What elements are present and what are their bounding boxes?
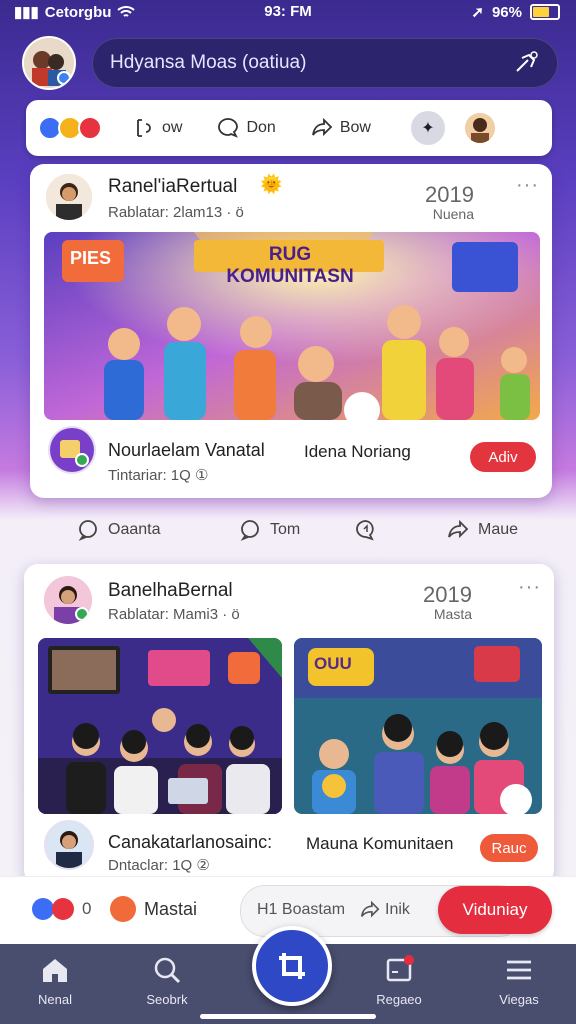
profile-avatar[interactable] bbox=[22, 36, 76, 90]
search-icon[interactable] bbox=[512, 49, 540, 77]
post1-banner-text: RUG KOMUNITASN bbox=[226, 244, 354, 287]
post-card-1: Ranel'iaRertual 🌞 Rablatar: 2lam13 · ö 2… bbox=[30, 164, 552, 498]
post2-image-2[interactable]: OUU bbox=[294, 638, 542, 814]
share-inline[interactable]: Inik bbox=[359, 899, 410, 921]
post2-action-button[interactable]: Rauc bbox=[480, 834, 538, 862]
search-text: Hdyansa Moas (oatiua) bbox=[110, 52, 307, 73]
create-fab-button[interactable] bbox=[252, 926, 332, 1006]
post1-footer-meta: Tintariar: 1Q ① bbox=[108, 467, 209, 484]
comment-action[interactable]: Oaanta bbox=[76, 518, 160, 542]
nav-home[interactable]: Nenal bbox=[10, 954, 100, 1007]
nav-search[interactable]: Seobrk bbox=[122, 954, 212, 1007]
primary-cta-button[interactable]: Viduniay bbox=[438, 886, 552, 934]
share-icon bbox=[360, 900, 380, 918]
share-icon bbox=[448, 519, 469, 539]
search-icon bbox=[154, 957, 181, 984]
post1-action-button[interactable]: Adiv bbox=[470, 442, 536, 472]
post1-author-avatar[interactable] bbox=[44, 172, 94, 222]
comment-icon bbox=[218, 118, 239, 138]
share-action[interactable]: Maue bbox=[446, 518, 518, 542]
share-bubble-icon bbox=[356, 520, 374, 541]
post2-footer-avatar[interactable] bbox=[44, 820, 94, 870]
post2-footer-right: Mauna Komunitaen bbox=[306, 834, 454, 853]
post2-image-1[interactable] bbox=[38, 638, 282, 814]
inbox-icon bbox=[386, 955, 414, 982]
tom-action[interactable]: Tom bbox=[238, 518, 300, 542]
post2-image-text: OUU bbox=[314, 654, 352, 673]
crop-icon bbox=[279, 953, 305, 979]
post1-footer-avatar[interactable] bbox=[48, 426, 96, 474]
post1-bubble-text: PIES bbox=[70, 248, 112, 268]
post2-author-avatar[interactable] bbox=[42, 574, 94, 626]
composer-button-2[interactable]: Don bbox=[216, 116, 276, 140]
battery-icon bbox=[530, 4, 560, 20]
nav-notifications[interactable]: Regaeo bbox=[354, 954, 444, 1007]
angry-emoji-icon bbox=[110, 896, 136, 922]
battery-percent: 96% bbox=[491, 3, 522, 21]
post-card-2: BanelhaBernal Rablatar: Mami3 · ö 2019 M… bbox=[24, 564, 554, 884]
post1-date-sub: Nuena bbox=[432, 206, 474, 222]
search-bar[interactable]: Hdyansa Moas (oatiua) bbox=[92, 38, 558, 88]
nav-menu[interactable]: Viegas bbox=[474, 954, 564, 1007]
menu-icon bbox=[507, 960, 531, 980]
post1-image[interactable]: RUG KOMUNITASN PIES bbox=[44, 232, 540, 420]
location-icon: ➚ bbox=[471, 4, 484, 21]
sun-emoji-icon: 🌞 bbox=[260, 174, 283, 194]
home-icon bbox=[43, 959, 67, 982]
post1-footer-right: Idena Noriang bbox=[304, 442, 411, 461]
reaction-icons bbox=[38, 116, 102, 140]
love-icon bbox=[52, 898, 74, 920]
comment-icon bbox=[78, 520, 97, 541]
small-avatar[interactable] bbox=[464, 113, 495, 143]
post2-subtitle: Rablatar: Mami3 · ö bbox=[108, 606, 240, 623]
like-icon bbox=[32, 898, 54, 920]
composer-button-1[interactable]: ow bbox=[132, 116, 182, 140]
bracket-icon bbox=[137, 119, 151, 137]
composer-bar: ow Don Bow ✦ bbox=[26, 100, 552, 156]
sparkle-icon[interactable]: ✦ bbox=[410, 111, 445, 145]
post2-footer-name: Canakatarlanosainc: bbox=[108, 832, 273, 852]
composer-button-3[interactable]: Bow bbox=[310, 116, 371, 140]
home-indicator bbox=[200, 1014, 376, 1019]
reaction-summary[interactable]: 0 bbox=[32, 898, 91, 920]
post1-subtitle: Rablatar: 2lam13 · ö bbox=[108, 204, 244, 221]
post1-date: 2019 bbox=[425, 182, 474, 207]
react-action[interactable] bbox=[354, 518, 378, 542]
post2-date: 2019 bbox=[423, 582, 472, 607]
status-bar: ▮▮▮ Cetorgbu 93: FM ➚ 96% bbox=[0, 0, 576, 26]
comment-icon bbox=[240, 520, 259, 541]
post1-author[interactable]: Ranel'iaRertual bbox=[108, 176, 237, 198]
emoji-reaction[interactable]: Mastai bbox=[110, 896, 197, 922]
post2-author[interactable]: BanelhaBernal bbox=[108, 580, 233, 602]
more-options-icon[interactable]: ··· bbox=[518, 576, 541, 599]
share-icon bbox=[311, 117, 333, 137]
more-options-icon[interactable]: ··· bbox=[516, 174, 539, 197]
post2-footer-meta: Dntaclar: 1Q ② bbox=[108, 857, 210, 874]
post2-date-sub: Masta bbox=[433, 606, 472, 622]
post1-footer-name: Nourlaelam Vanatal bbox=[108, 440, 265, 460]
